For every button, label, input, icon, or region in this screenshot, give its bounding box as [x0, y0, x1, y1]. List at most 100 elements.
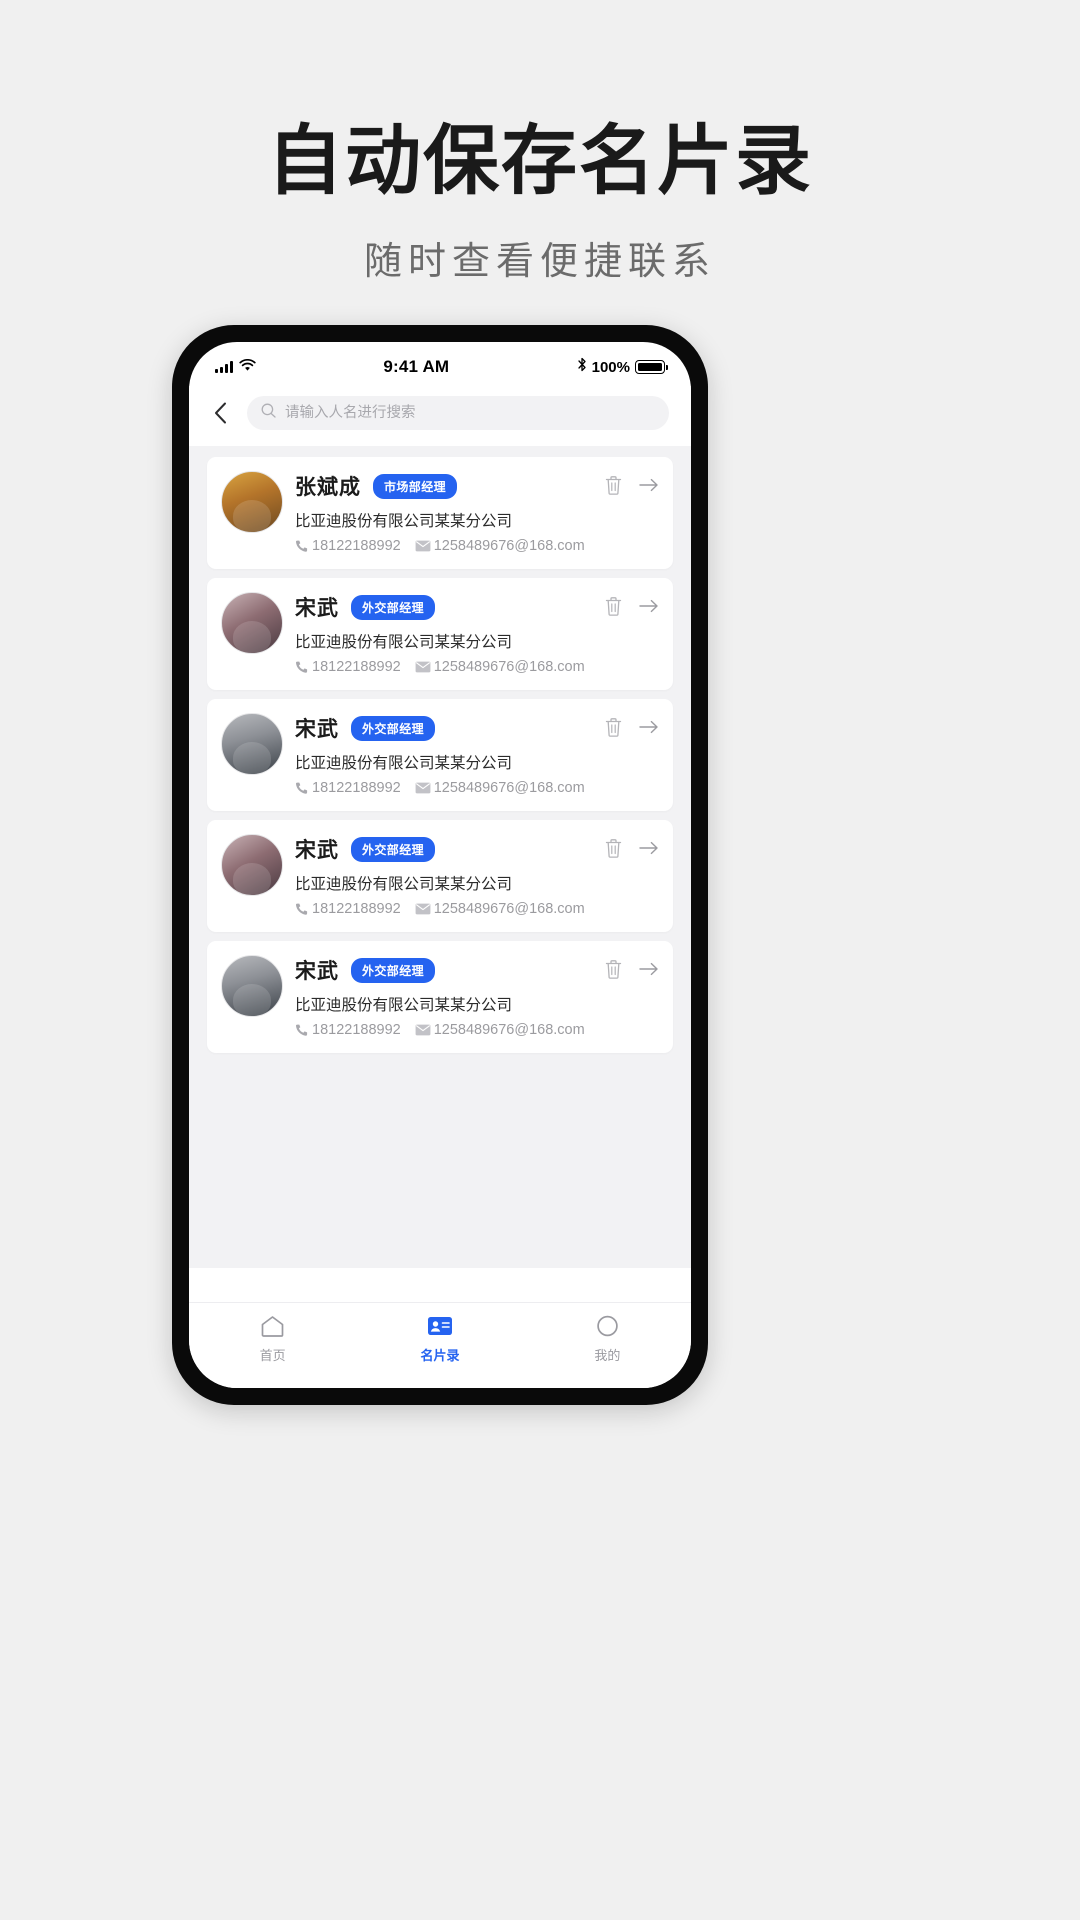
contact-company: 比亚迪股份有限公司某某分公司 — [295, 876, 513, 893]
contact-phone: 18122188992 — [312, 1022, 401, 1038]
contact-email: 1258489676@168.com — [433, 780, 585, 796]
mail-icon — [415, 903, 431, 915]
arrow-right-icon — [639, 599, 658, 613]
detail-button[interactable] — [639, 838, 659, 858]
delete-button[interactable] — [603, 475, 623, 495]
detail-button[interactable] — [639, 596, 659, 616]
status-badge: 市场部经理 — [373, 473, 458, 499]
contact-email-item: 1258489676@168.com — [415, 901, 585, 917]
contact-info: 宋武 外交部经理 比亚迪股份有限公司某某分公司 18122188992 1258… — [295, 592, 591, 675]
contact-email: 1258489676@168.com — [433, 1022, 585, 1038]
contact-info: 宋武 外交部经理 比亚迪股份有限公司某某分公司 18122188992 1258… — [295, 713, 591, 796]
phone-mockup: 9:41 AM 100% 请输入人名进行搜索 张斌成 市场部经理 比亚迪股份有限… — [172, 325, 708, 1405]
list-item[interactable]: 张斌成 市场部经理 比亚迪股份有限公司某某分公司 18122188992 125… — [207, 457, 673, 569]
contact-phone-item: 18122188992 — [295, 1022, 401, 1038]
list-item[interactable]: 宋武 外交部经理 比亚迪股份有限公司某某分公司 18122188992 1258… — [207, 820, 673, 932]
phone-screen: 9:41 AM 100% 请输入人名进行搜索 张斌成 市场部经理 比亚迪股份有限… — [189, 342, 691, 1388]
card-actions — [603, 471, 659, 495]
contact-phone: 18122188992 — [312, 659, 401, 675]
status-bar-right: 100% — [577, 357, 668, 377]
avatar — [221, 713, 283, 775]
wifi-icon — [239, 357, 256, 377]
tab-profile[interactable]: 我的 — [524, 1313, 691, 1364]
detail-button[interactable] — [639, 475, 659, 495]
page-title: 自动保存名片录 — [267, 119, 813, 204]
card-actions — [603, 592, 659, 616]
delete-button[interactable] — [603, 717, 623, 737]
contact-name: 张斌成 — [295, 476, 361, 499]
tab-cards[interactable]: 名片录 — [356, 1313, 523, 1364]
contact-name: 宋武 — [295, 718, 339, 741]
contact-company: 比亚迪股份有限公司某某分公司 — [295, 513, 513, 530]
contact-details: 18122188992 1258489676@168.com — [295, 780, 591, 796]
list-item[interactable]: 宋武 外交部经理 比亚迪股份有限公司某某分公司 18122188992 1258… — [207, 578, 673, 690]
tab-label-home: 首页 — [259, 1348, 286, 1363]
contact-email: 1258489676@168.com — [433, 538, 585, 554]
contact-phone-item: 18122188992 — [295, 659, 401, 675]
detail-button[interactable] — [639, 959, 659, 979]
bottom-tab-bar: 首页 名片录 我的 — [189, 1302, 691, 1388]
contact-details: 18122188992 1258489676@168.com — [295, 1022, 591, 1038]
avatar — [221, 955, 283, 1017]
phone-icon — [295, 782, 308, 794]
detail-button[interactable] — [639, 717, 659, 737]
search-input[interactable] — [283, 404, 655, 422]
avatar — [221, 834, 283, 896]
promo-header: 自动保存名片录 随时查看便捷联系 — [0, 120, 1080, 285]
contact-company: 比亚迪股份有限公司某某分公司 — [295, 755, 513, 772]
contact-name-row: 宋武 外交部经理 — [295, 713, 591, 743]
mail-icon — [415, 782, 431, 794]
user-circle-icon — [594, 1313, 620, 1339]
trash-icon — [605, 959, 621, 979]
search-icon — [261, 403, 276, 423]
card-actions — [603, 955, 659, 979]
delete-button[interactable] — [603, 838, 623, 858]
contact-phone: 18122188992 — [312, 780, 401, 796]
search-header — [189, 386, 691, 446]
status-bar: 9:41 AM 100% — [189, 342, 691, 386]
status-badge: 外交部经理 — [351, 594, 436, 620]
contact-phone-item: 18122188992 — [295, 538, 401, 554]
home-icon — [260, 1313, 286, 1339]
mail-icon — [415, 540, 431, 552]
status-bar-left — [215, 357, 256, 377]
phone-icon — [295, 1024, 308, 1036]
delete-button[interactable] — [603, 596, 623, 616]
contact-phone-item: 18122188992 — [295, 901, 401, 917]
tab-label-profile: 我的 — [594, 1348, 621, 1363]
chevron-left-icon — [214, 402, 226, 424]
card-list-icon — [427, 1313, 453, 1339]
list-item[interactable]: 宋武 外交部经理 比亚迪股份有限公司某某分公司 18122188992 1258… — [207, 699, 673, 811]
bluetooth-icon — [577, 357, 587, 377]
contact-email-item: 1258489676@168.com — [415, 1022, 585, 1038]
contact-email-item: 1258489676@168.com — [415, 659, 585, 675]
back-button[interactable] — [205, 398, 235, 428]
card-actions — [603, 834, 659, 858]
contact-list[interactable]: 张斌成 市场部经理 比亚迪股份有限公司某某分公司 18122188992 125… — [189, 446, 691, 1268]
status-badge: 外交部经理 — [351, 715, 436, 741]
contact-info: 宋武 外交部经理 比亚迪股份有限公司某某分公司 18122188992 1258… — [295, 955, 591, 1038]
arrow-right-icon — [639, 720, 658, 734]
arrow-right-icon — [639, 478, 658, 492]
arrow-right-icon — [639, 962, 658, 976]
contact-email-item: 1258489676@168.com — [415, 538, 585, 554]
tab-home[interactable]: 首页 — [189, 1313, 356, 1364]
battery-percent-label: 100% — [591, 358, 630, 376]
delete-button[interactable] — [603, 959, 623, 979]
trash-icon — [605, 838, 621, 858]
contact-name: 宋武 — [295, 960, 339, 983]
status-bar-time: 9:41 AM — [383, 357, 450, 376]
cellular-signal-icon — [215, 361, 233, 373]
page-subtitle: 随时查看便捷联系 — [363, 240, 716, 283]
contact-name-row: 宋武 外交部经理 — [295, 955, 591, 985]
search-box[interactable] — [247, 396, 669, 430]
mail-icon — [415, 661, 431, 673]
contact-email: 1258489676@168.com — [433, 659, 585, 675]
mail-icon — [415, 1024, 431, 1036]
phone-icon — [295, 661, 308, 673]
contact-name-row: 宋武 外交部经理 — [295, 592, 591, 622]
contact-info: 张斌成 市场部经理 比亚迪股份有限公司某某分公司 18122188992 125… — [295, 471, 591, 554]
contact-email: 1258489676@168.com — [433, 901, 585, 917]
contact-name-row: 宋武 外交部经理 — [295, 834, 591, 864]
list-item[interactable]: 宋武 外交部经理 比亚迪股份有限公司某某分公司 18122188992 1258… — [207, 941, 673, 1053]
